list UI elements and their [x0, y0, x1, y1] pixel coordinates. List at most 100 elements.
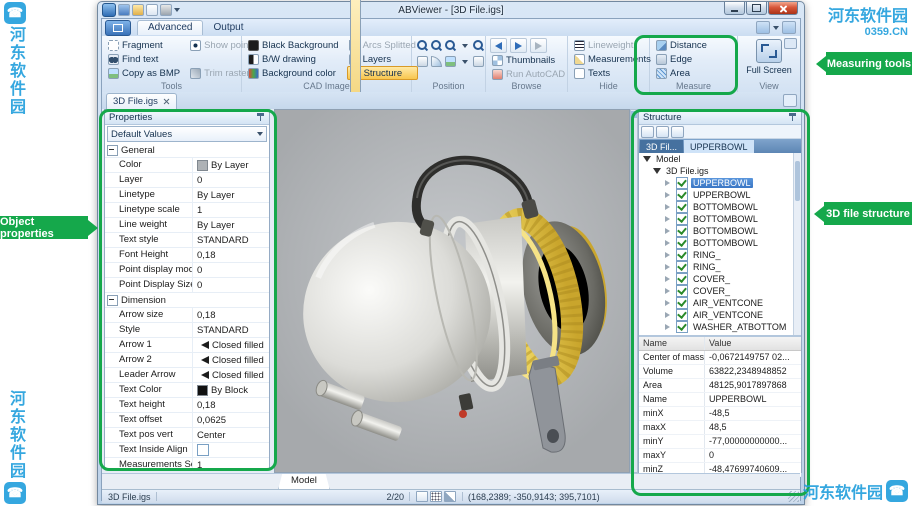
expand-icon[interactable]	[665, 300, 673, 306]
expand-icon[interactable]	[665, 228, 673, 234]
property-row[interactable]: Text style STANDARD	[105, 233, 269, 248]
property-row[interactable]: Text height 0,18	[105, 398, 269, 413]
tab-upperbowl[interactable]: UPPERBOWL	[684, 140, 754, 153]
zoom-caret-icon[interactable]	[461, 43, 468, 48]
collapse-all-icon[interactable]	[641, 125, 654, 138]
checkbox-checked[interactable]	[676, 297, 688, 309]
tree-item[interactable]: BOTTOMBOWL	[639, 213, 801, 225]
expand-icon[interactable]	[665, 276, 673, 282]
details-row[interactable]: minX -48,5	[639, 407, 801, 421]
property-row[interactable]: Line weight By Layer	[105, 218, 269, 233]
pin-icon[interactable]	[788, 112, 797, 122]
forward-button[interactable]	[510, 38, 527, 53]
last-page-button[interactable]	[530, 38, 547, 53]
distance-button[interactable]: Distance	[654, 38, 733, 52]
checkbox-checked[interactable]	[676, 201, 688, 213]
bw-drawing-button[interactable]: B/W drawing	[246, 52, 341, 66]
property-row[interactable]: Text Inside Align	[105, 443, 269, 458]
tree-item[interactable]: RING_	[639, 261, 801, 273]
tab-advanced[interactable]: Advanced	[137, 20, 204, 35]
property-row[interactable]: Linetype By Layer	[105, 188, 269, 203]
expand-icon[interactable]	[665, 324, 673, 330]
property-row[interactable]: Text offset 0,0625	[105, 413, 269, 428]
property-row[interactable]: Font Height 0,18	[105, 248, 269, 263]
expanded-icon[interactable]	[643, 156, 651, 162]
property-row[interactable]: Point Display Size 0	[105, 278, 269, 293]
checkbox-checked[interactable]	[676, 321, 688, 333]
checkbox-checked[interactable]	[676, 285, 688, 297]
property-row[interactable]: Style STANDARD	[105, 323, 269, 338]
copy-as-bmp-button[interactable]: Copy as BMP	[106, 66, 182, 80]
tree-item-model[interactable]: Model	[639, 153, 801, 165]
expand-icon[interactable]	[665, 180, 673, 186]
property-row[interactable]: Measurements Scale1	[105, 458, 269, 473]
tree-item[interactable]: BOTTOMBOWL	[639, 201, 801, 213]
tab-output[interactable]: Output	[203, 21, 253, 35]
checkbox-checked[interactable]	[676, 177, 688, 189]
property-row[interactable]: Arrow 1 Closed filled	[105, 338, 269, 353]
property-row[interactable]: Leader Arrow Closed filled	[105, 368, 269, 383]
expand-icon[interactable]	[665, 192, 673, 198]
details-row[interactable]: maxX 48,5	[639, 421, 801, 435]
checkbox-checked[interactable]	[676, 273, 688, 285]
titlebar[interactable]: ABViewer - [3D File.igs]	[98, 2, 804, 18]
filter-icon[interactable]	[671, 125, 684, 138]
style-caret-icon[interactable]	[773, 25, 779, 30]
rotate-icon[interactable]	[431, 56, 442, 67]
expand-icon[interactable]	[665, 216, 673, 222]
fragment-button[interactable]: Fragment	[106, 38, 182, 52]
properties-preset-dropdown[interactable]: Default Values	[107, 126, 267, 142]
close-tab-icon[interactable]	[163, 98, 170, 105]
back-button[interactable]	[490, 38, 507, 53]
checkbox-checked[interactable]	[676, 225, 688, 237]
property-row[interactable]: Arrow 2 Closed filled	[105, 353, 269, 368]
section-dimension[interactable]: Dimension	[105, 293, 269, 308]
section-general[interactable]: General	[105, 143, 269, 158]
checkbox-unchecked[interactable]	[197, 444, 209, 456]
tree-item[interactable]: UPPERBOWL	[639, 189, 801, 201]
black-background-button[interactable]: Black Background	[246, 38, 341, 52]
thumbnails-button[interactable]: Thumbnails	[490, 53, 563, 67]
checkbox-checked[interactable]	[676, 213, 688, 225]
tab-3d-file[interactable]: 3D Fil...	[640, 140, 684, 153]
tree-item[interactable]: RING_	[639, 249, 801, 261]
zoom-in-icon[interactable]	[417, 40, 428, 51]
expand-icon[interactable]	[665, 288, 673, 294]
background-color-button[interactable]: Background color	[246, 66, 341, 80]
application-menu-button[interactable]	[105, 19, 131, 36]
tab-list-button[interactable]	[783, 94, 797, 107]
details-row[interactable]: maxY 0	[639, 449, 801, 463]
tree-item-file[interactable]: 3D File.igs	[639, 165, 801, 177]
zoom-out-icon[interactable]	[431, 40, 442, 51]
tree-item[interactable]: COVER_	[639, 285, 801, 297]
property-row[interactable]: Point display mode 0	[105, 263, 269, 278]
resize-grip[interactable]	[788, 491, 799, 502]
property-row[interactable]: Linetype scale 1	[105, 203, 269, 218]
zoom-extents-icon[interactable]	[473, 40, 484, 51]
checkbox-checked[interactable]	[676, 189, 688, 201]
checkbox-checked[interactable]	[676, 249, 688, 261]
expand-all-icon[interactable]	[656, 125, 669, 138]
expand-icon[interactable]	[665, 240, 673, 246]
expand-icon[interactable]	[665, 252, 673, 258]
minimize-ribbon-button[interactable]	[784, 38, 797, 49]
minimize-button[interactable]	[724, 2, 745, 15]
collapse-icon[interactable]	[107, 294, 118, 306]
lineweight-button[interactable]: Lineweight	[572, 38, 645, 52]
checkbox-checked[interactable]	[676, 309, 688, 321]
document-tab[interactable]: 3D File.igs	[106, 93, 177, 109]
tree-item[interactable]: WASHER_ATBOTTOM	[639, 321, 801, 333]
expand-icon[interactable]	[665, 264, 673, 270]
area-button[interactable]: Area	[654, 66, 733, 80]
view-caret-icon[interactable]	[461, 59, 468, 64]
structure-button[interactable]: Structure	[346, 0, 418, 164]
checkbox-checked[interactable]	[676, 237, 688, 249]
3d-viewport[interactable]	[274, 109, 630, 473]
maximize-button[interactable]	[746, 2, 767, 15]
edge-button[interactable]: Edge	[654, 52, 733, 66]
details-row[interactable]: minY -77,00000000000...	[639, 435, 801, 449]
zoom-window-icon[interactable]	[445, 40, 456, 51]
details-row[interactable]: Volume 63822,2348948852	[639, 365, 801, 379]
grid-icon[interactable]	[430, 491, 443, 502]
details-row[interactable]: Name UPPERBOWL	[639, 393, 801, 407]
